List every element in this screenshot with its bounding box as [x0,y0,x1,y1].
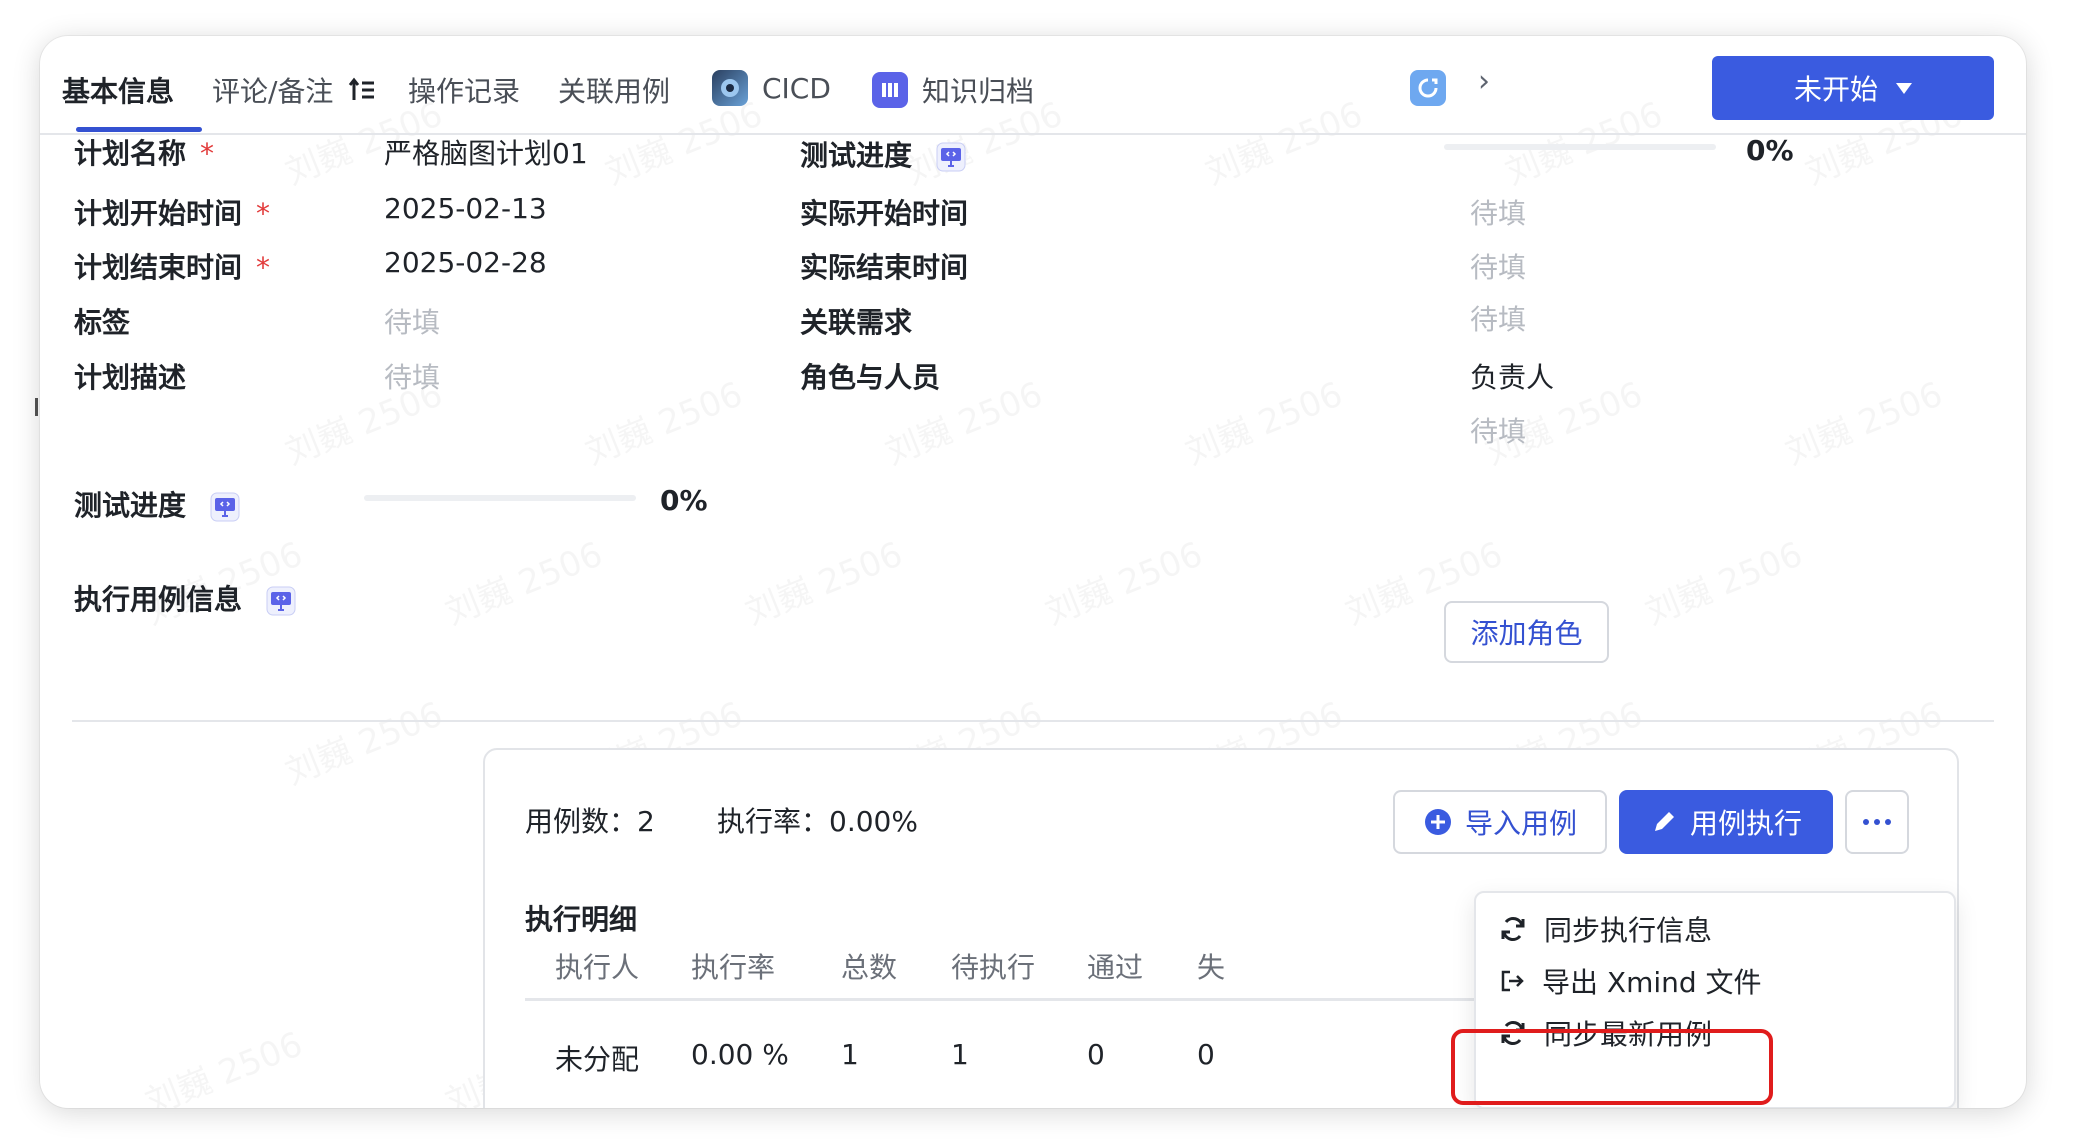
section-divider [72,720,1994,722]
pencil-icon [1654,812,1674,831]
exec-case-info-label: 执行用例信息 [74,578,296,618]
roles-label: 角色与人员 [800,361,941,394]
tab-cicd[interactable]: CICD [712,70,831,106]
table-cell-total: 1 [841,1038,859,1071]
more-options-button[interactable] [1845,790,1909,854]
table-cell-exec-rate: 0.00 % [691,1038,789,1071]
actual-end-label: 实际结束时间 [800,251,969,284]
table-cell-passed: 0 [1087,1038,1105,1071]
watermark-text: 刘巍 2506 [737,527,909,634]
col-header-passed: 通过 [1087,951,1144,984]
progress-bar-left [364,495,636,501]
actual-end-value[interactable]: 待填 [1470,246,1526,286]
cicd-app-icon [712,70,748,106]
plan-desc-label: 计划描述 [74,361,187,394]
highlight-annotation-box [1451,1029,1773,1105]
watermark-text: 刘巍 2506 [577,367,749,474]
watermark-text: 刘巍 2506 [1177,367,1349,474]
related-req-value[interactable]: 待填 [1470,298,1526,338]
export-icon [1501,970,1524,992]
required-mark: * [256,197,271,230]
plan-end-value[interactable]: 2025-02-28 [384,246,547,279]
col-header-pending: 待执行 [951,951,1036,984]
actual-start-label: 实际开始时间 [800,197,969,230]
col-header-failed: 失 [1197,951,1226,984]
monitor-icon[interactable] [266,586,296,616]
tab-label: 关联用例 [558,75,671,108]
progress-left-label: 测试进度 [74,484,240,524]
watermark-text: 刘巍 2506 [277,687,449,794]
tab-related-cases[interactable]: 关联用例 [558,70,670,110]
test-plan-detail-window: 刘巍 2506 刘巍 2506 刘巍 2506 刘巍 2506 刘巍 2506 刘巍 25… [40,36,2026,1108]
tags-label: 标签 [74,306,131,339]
watermark-text: 刘巍 2506 [1637,527,1809,634]
menu-item-export-xmind[interactable]: 导出 Xmind 文件 [1498,961,1762,1001]
tags-value[interactable]: 待填 [384,301,440,341]
related-req-label: 关联需求 [800,306,913,339]
window-edge-mark [35,398,38,416]
col-header-total: 总数 [841,951,898,984]
progress-bar-right [1444,144,1716,150]
monitor-icon[interactable] [936,142,966,172]
progress-right-percent: 0% [1746,134,1794,167]
plan-start-value[interactable]: 2025-02-13 [384,192,547,225]
sort-icon[interactable] [347,75,377,105]
chevron-right-icon[interactable]: › [1478,64,1490,99]
role-owner-value[interactable]: 待填 [1470,410,1526,450]
sync-app-icon [1410,70,1446,106]
tab-label: 基本信息 [62,75,175,108]
plan-end-label: 计划结束时间 * [74,251,271,284]
status-label: 未开始 [1793,73,1878,106]
caret-down-icon [1896,82,1912,94]
execute-cases-button[interactable]: 用例执行 [1619,790,1833,854]
case-count: 用例数：2 [525,805,655,838]
required-mark: * [256,251,271,284]
tab-label: CICD [762,71,831,105]
plan-name-label: 计划名称 * [74,137,215,170]
plan-start-label: 计划开始时间 * [74,197,271,230]
plus-circle-icon [1424,809,1451,835]
exec-rate: 执行率：0.00% [717,805,918,838]
watermark-text: 刘巍 2506 [137,1017,309,1108]
status-dropdown-button[interactable]: 未开始 [1712,56,1994,120]
books-icon [872,72,908,108]
col-header-exec-rate: 执行率 [691,951,776,984]
watermark-text: 刘巍 2506 [1037,527,1209,634]
tab-label: 评论/备注 [212,75,334,108]
table-cell-pending: 1 [951,1038,969,1071]
plan-name-value[interactable]: 严格脑图计划01 [384,132,588,172]
exec-detail-title: 执行明细 [525,903,638,936]
col-header-executor: 执行人 [555,951,640,984]
watermark-text: 刘巍 2506 [437,527,609,634]
sync-icon [1501,917,1525,941]
menu-item-sync-exec-info[interactable]: 同步执行信息 [1498,909,1712,949]
tab-comments[interactable]: 评论/备注 [212,70,377,110]
table-cell-executor: 未分配 [555,1043,640,1076]
import-cases-button[interactable]: 导入用例 [1393,790,1607,854]
plan-desc-value[interactable]: 待填 [384,356,440,396]
table-cell-failed: 0 [1197,1038,1215,1071]
progress-right-label: 测试进度 [800,134,966,174]
progress-left-percent: 0% [660,484,708,517]
add-role-button[interactable]: 添加角色 [1444,601,1609,663]
tab-label: 知识归档 [922,75,1035,108]
table-header-divider [525,998,1625,1001]
tab-bar: 基本信息 评论/备注 操作记录 关联用例 CICD 知识归档 › 未开始 [40,36,2026,135]
watermark-text: 刘巍 2506 [1777,367,1949,474]
tab-label: 操作记录 [408,75,521,108]
tab-basic-info[interactable]: 基本信息 [62,70,174,110]
role-owner-label: 负责人 [1470,361,1555,394]
tab-knowledge-archive[interactable]: 知识归档 [872,70,1034,110]
tab-operation-log[interactable]: 操作记录 [408,70,520,110]
tab-more-app[interactable] [1410,70,1446,106]
required-mark: * [200,137,215,170]
actual-start-value[interactable]: 待填 [1470,192,1526,232]
monitor-icon[interactable] [210,492,240,522]
